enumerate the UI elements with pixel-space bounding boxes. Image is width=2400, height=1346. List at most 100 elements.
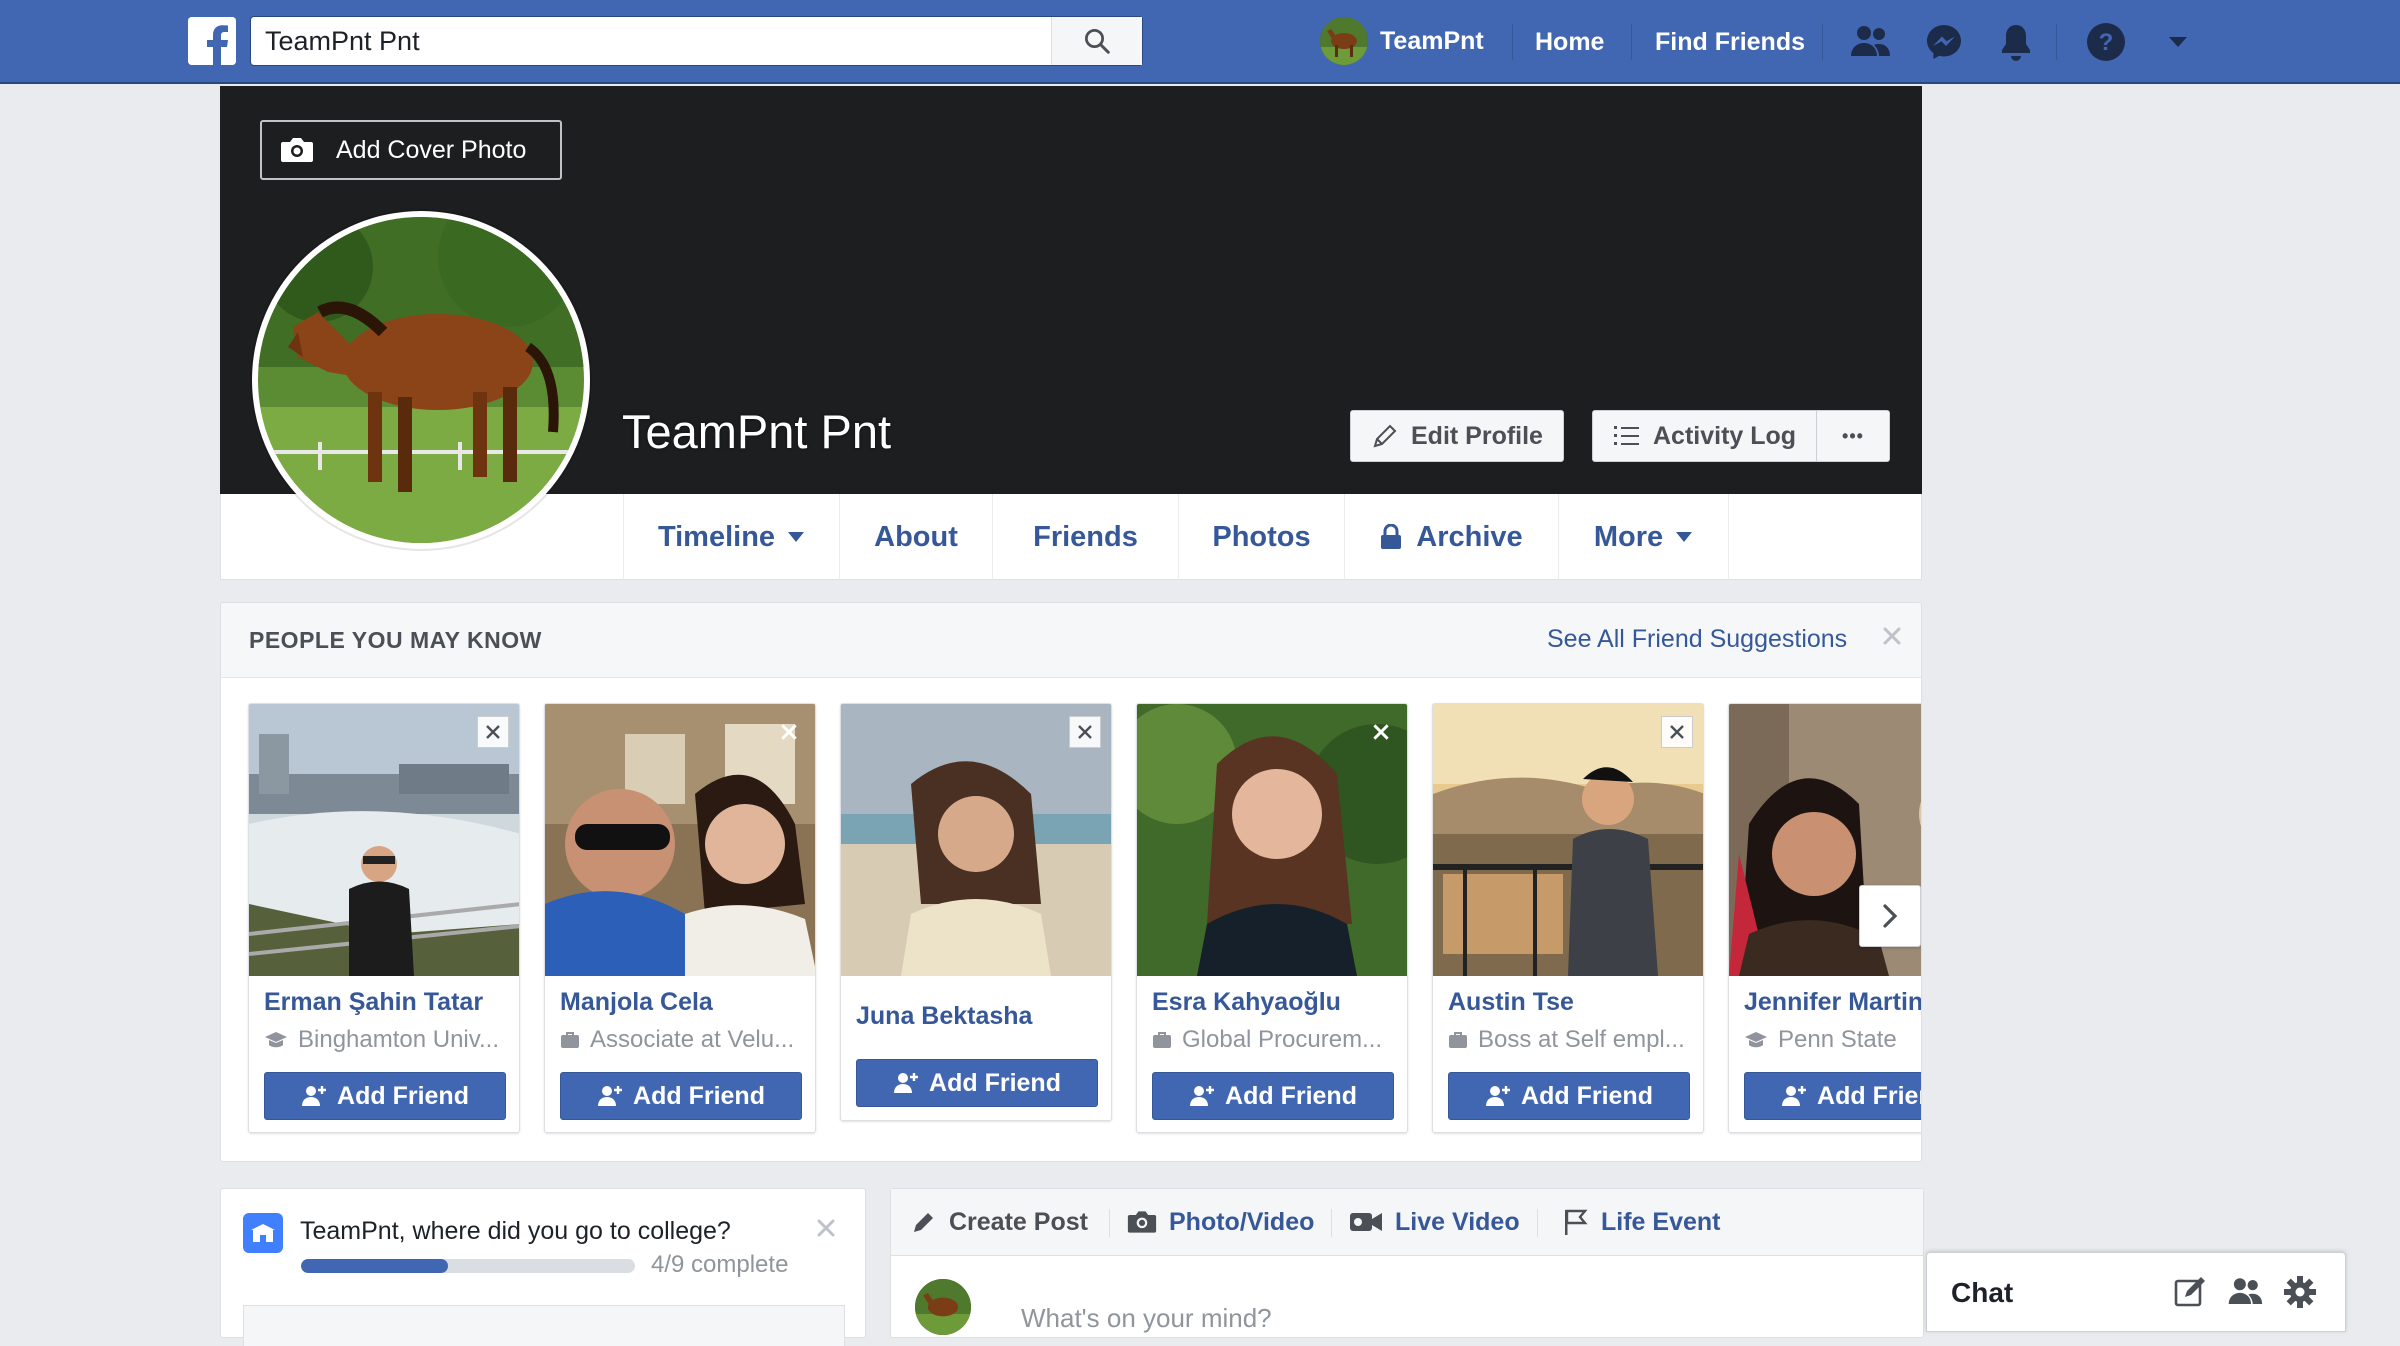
add-friend-label: Add Friend [337,1081,469,1110]
dismiss-suggestion-close-icon[interactable] [1069,716,1101,748]
create-post-tab[interactable]: Create Post [911,1189,1088,1255]
photo-video-label: Photo/Video [1169,1207,1315,1236]
activity-log-label: Activity Log [1653,421,1797,450]
photo-video-tab[interactable]: Photo/Video [1127,1189,1314,1255]
person-name[interactable]: Manjola Cela [560,988,713,1017]
dismiss-suggestion-close-icon[interactable] [477,716,509,748]
chat-bar[interactable]: Chat [1926,1252,2346,1332]
person-name[interactable]: Erman Şahin Tatar [264,988,483,1017]
tab-about[interactable]: About [839,494,992,580]
account-menu-chevron-down-icon[interactable] [2156,20,2200,64]
add-friend-label: Add Friend [633,1081,765,1110]
person-name[interactable]: Jennifer Martin [1744,988,1921,1017]
people-you-may-know-panel: PEOPLE YOU MAY KNOW See All Friend Sugge… [220,602,1922,1162]
help-icon[interactable]: ? [2084,20,2128,64]
friend-suggestion-card: Juna Bektasha Add Friend [840,703,1112,1121]
dismiss-suggestion-close-icon[interactable] [773,716,805,748]
dismiss-suggestion-close-icon[interactable] [1365,716,1397,748]
add-friend-icon [1486,1086,1511,1106]
more-options-button[interactable]: ••• [1816,410,1890,462]
edit-profile-button[interactable]: Edit Profile [1350,410,1564,462]
friend-suggestion-card: Esra Kahyaoğlu Global Procurem... Add Fr… [1136,703,1408,1133]
pencil-icon [1373,424,1397,448]
person-name[interactable]: Juna Bektasha [856,1002,1032,1031]
school-icon [265,1032,287,1048]
tab-photos[interactable]: Photos [1178,494,1344,580]
tab-archive[interactable]: Archive [1344,494,1558,580]
person-detail-text: Associate at Velu... [590,1026,795,1053]
tab-friends[interactable]: Friends [992,494,1178,580]
live-video-tab[interactable]: Live Video [1349,1189,1520,1255]
school-icon [1745,1032,1767,1048]
avatar [1320,17,1368,65]
group-chat-icon[interactable] [2227,1275,2263,1309]
edit-profile-label: Edit Profile [1411,421,1543,450]
tab-more-label: More [1593,520,1664,553]
add-friend-icon [1190,1086,1215,1106]
notifications-bell-icon[interactable] [1994,20,2038,64]
add-friend-button[interactable]: Add Friend [1448,1072,1690,1120]
add-friend-label: Add Friend [1817,1081,1921,1110]
add-friend-icon [894,1073,919,1093]
life-event-tab[interactable]: Life Event [1563,1189,1720,1255]
close-icon[interactable] [811,1213,841,1243]
see-all-suggestions-link[interactable]: See All Friend Suggestions [1547,625,1847,654]
list-icon [1614,426,1639,445]
flag-icon [1565,1209,1588,1235]
work-icon [1449,1032,1467,1048]
tab-more[interactable]: More [1558,494,1729,580]
new-message-icon[interactable] [2173,1275,2207,1309]
work-icon [1153,1032,1171,1048]
caret-down-icon [788,532,805,542]
life-event-label: Life Event [1601,1207,1721,1236]
person-detail: Global Procurem... [1152,1026,1382,1054]
tab-timeline[interactable]: Timeline [623,494,839,580]
video-camera-icon [1350,1213,1382,1231]
svg-text:?: ? [2099,29,2114,56]
composer-divider [1331,1209,1332,1237]
find-friends-link[interactable]: Find Friends [1655,0,1805,84]
tab-archive-label: Archive [1416,520,1523,553]
profile-name[interactable]: TeamPnt Pnt [622,404,891,459]
nav-divider [2056,24,2057,60]
add-friend-button[interactable]: Add Friend [856,1059,1098,1107]
panel-header: PEOPLE YOU MAY KNOW See All Friend Sugge… [221,603,1921,678]
friend-requests-icon[interactable] [1848,20,1892,64]
add-friend-button[interactable]: Add Friend [560,1072,802,1120]
person-name[interactable]: Austin Tse [1448,988,1574,1017]
profile-picture[interactable] [252,211,590,549]
home-link[interactable]: Home [1535,0,1604,84]
add-cover-photo-button[interactable]: Add Cover Photo [260,120,562,180]
composer-divider [1109,1209,1110,1237]
add-friend-button[interactable]: Add Friend [264,1072,506,1120]
messenger-icon[interactable] [1922,20,1966,64]
add-friend-button[interactable]: Add Friend [1744,1072,1921,1120]
add-friend-icon [598,1086,623,1106]
chat-settings-gear-icon[interactable] [2283,1275,2317,1309]
add-friend-label: Add Friend [1521,1081,1653,1110]
chat-label: Chat [1951,1277,2014,1308]
work-icon [561,1032,579,1048]
nav-divider [1512,24,1513,60]
create-post-label: Create Post [949,1207,1088,1236]
friend-suggestion-card: Manjola Cela Associate at Velu... Add Fr… [544,703,816,1133]
pencil-icon [914,1213,933,1232]
friend-suggestion-card: Erman Şahin Tatar Binghamton Univ... Add… [248,703,520,1133]
person-detail: Penn State [1744,1026,1897,1054]
dismiss-suggestion-close-icon[interactable] [1661,716,1693,748]
add-friend-label: Add Friend [929,1068,1061,1097]
camera-icon [1127,1211,1157,1233]
post-input-placeholder[interactable]: What's on your mind? [1021,1303,1272,1334]
profile-link[interactable]: TeamPnt [1320,17,1484,65]
person-detail-text: Boss at Self empl... [1478,1026,1685,1053]
person-name[interactable]: Esra Kahyaoğlu [1152,988,1341,1017]
activity-log-button[interactable]: Activity Log [1592,410,1817,462]
top-navigation-bar: TeamPnt Home Find Friends [0,0,2400,84]
nav-divider [1822,24,1823,60]
top-nav-links: TeamPnt Home Find Friends ? [0,0,2400,84]
progress-text: 4/9 complete [651,1251,789,1278]
next-suggestions-chevron-right-icon[interactable] [1859,885,1921,947]
add-cover-photo-label: Add Cover Photo [336,135,527,164]
close-icon[interactable] [1877,621,1907,651]
add-friend-button[interactable]: Add Friend [1152,1072,1394,1120]
